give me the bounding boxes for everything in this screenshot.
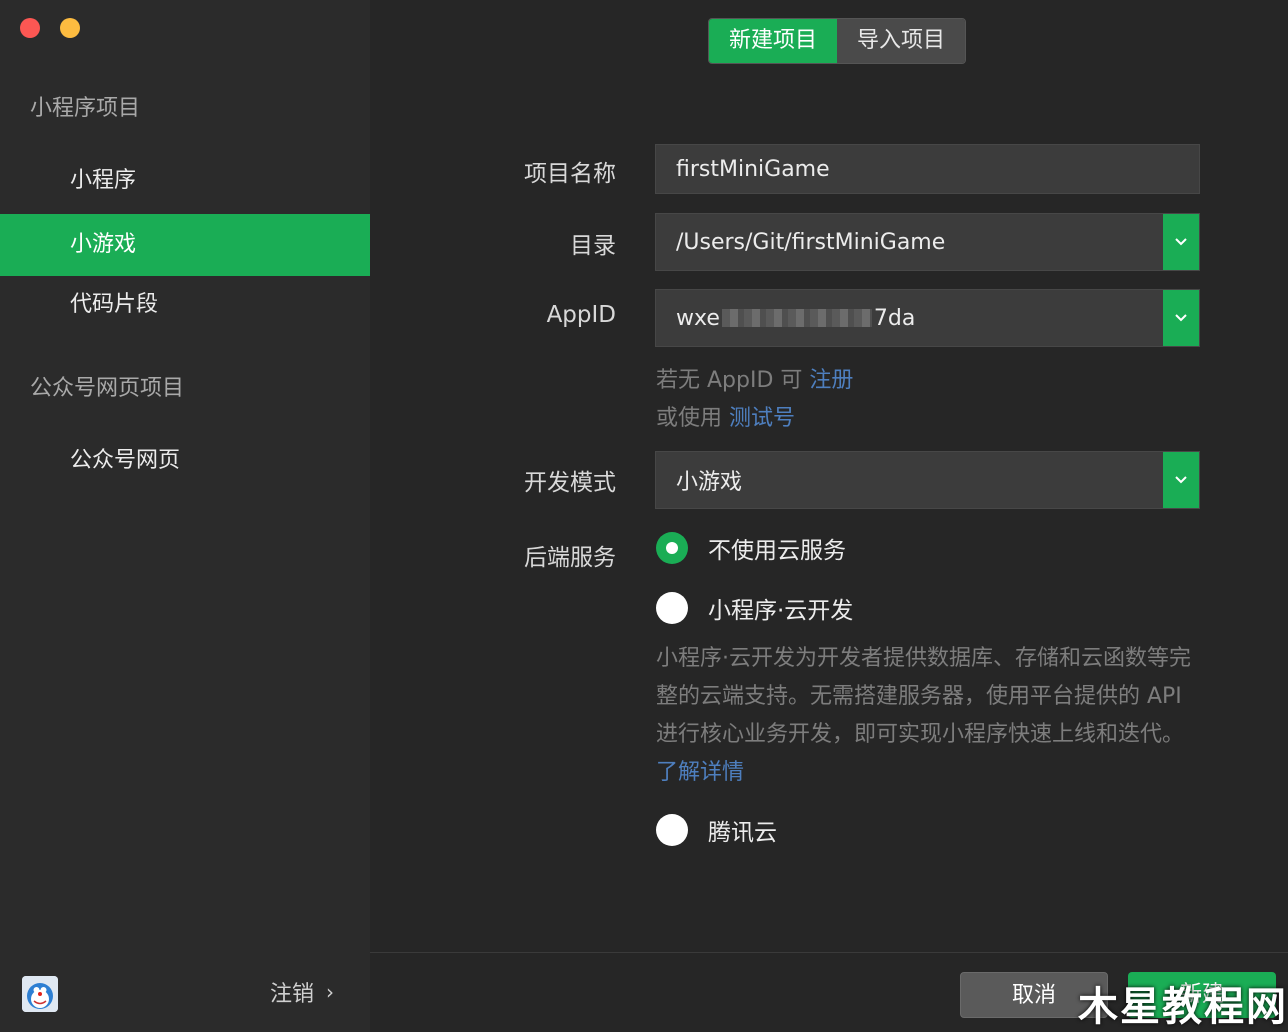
- project-name-label: 项目名称: [524, 161, 616, 187]
- dev-mode-label: 开发模式: [524, 470, 616, 496]
- minimize-window-icon[interactable]: [60, 18, 80, 38]
- directory-select[interactable]: /Users/Git/firstMiniGame: [655, 213, 1200, 271]
- sidebar-item-code-snippet[interactable]: 代码片段: [0, 274, 370, 336]
- doraemon-avatar-icon: [22, 976, 58, 1012]
- chevron-down-icon[interactable]: [1163, 452, 1199, 508]
- dev-mode-select[interactable]: 小游戏: [655, 451, 1200, 509]
- footer-divider: [370, 952, 1288, 953]
- radio-cloud-dev[interactable]: 小程序·云开发: [656, 591, 853, 625]
- appid-prefix: wxe: [676, 305, 720, 331]
- radio-no-cloud-label: 不使用云服务: [708, 538, 846, 564]
- register-link[interactable]: 注册: [809, 368, 853, 393]
- sidebar-item-official-webpage[interactable]: 公众号网页: [0, 430, 370, 492]
- tab-import-project[interactable]: 导入项目: [837, 19, 966, 63]
- radio-unchecked-icon[interactable]: [656, 592, 688, 624]
- project-name-input[interactable]: firstMiniGame: [655, 144, 1200, 194]
- radio-no-cloud[interactable]: 不使用云服务: [656, 531, 846, 565]
- appid-register-hint: 若无 AppID 可 注册: [656, 368, 854, 393]
- sidebar-item-miniprogram[interactable]: 小程序: [0, 150, 370, 212]
- section-title-miniprogram: 小程序项目: [30, 96, 141, 121]
- directory-value: /Users/Git/firstMiniGame: [676, 229, 946, 255]
- radio-cloud-dev-label: 小程序·云开发: [708, 598, 854, 624]
- section-title-official-account: 公众号网页项目: [30, 376, 185, 401]
- sidebar: 小程序项目 小程序 小游戏 代码片段 公众号网页项目 公众号网页 注销 ›: [0, 0, 370, 1032]
- appid-masked-section: [721, 309, 872, 327]
- radio-checked-icon[interactable]: [656, 532, 688, 564]
- cloud-dev-description: 小程序·云开发为开发者提供数据库、存储和云函数等完整的云端支持。无需搭建服务器，…: [656, 646, 1191, 785]
- logout-label: 注销: [270, 982, 315, 1007]
- test-account-link[interactable]: 测试号: [729, 406, 795, 431]
- project-tabs: 新建项目 导入项目: [708, 18, 967, 64]
- close-window-icon[interactable]: [20, 18, 40, 38]
- radio-unchecked-icon[interactable]: [656, 814, 688, 846]
- chevron-down-icon[interactable]: [1163, 290, 1199, 346]
- sidebar-item-minigame[interactable]: 小游戏: [0, 214, 370, 276]
- watermark: 木星教程网: [1078, 984, 1288, 1030]
- logout-button[interactable]: 注销 ›: [270, 976, 334, 1008]
- appid-suffix: 7da: [873, 305, 916, 331]
- backend-service-label: 后端服务: [524, 545, 616, 571]
- learn-more-link[interactable]: 了解详情: [656, 760, 744, 785]
- directory-label: 目录: [570, 233, 616, 259]
- appid-test-hint: 或使用 测试号: [656, 406, 796, 431]
- tab-new-project[interactable]: 新建项目: [709, 19, 838, 63]
- chevron-down-icon[interactable]: [1163, 214, 1199, 270]
- chevron-right-icon: ›: [326, 980, 335, 1004]
- radio-tencent-cloud[interactable]: 腾讯云: [656, 813, 777, 847]
- window-controls: [20, 18, 80, 38]
- radio-tencent-cloud-label: 腾讯云: [708, 820, 777, 846]
- avatar[interactable]: [22, 976, 58, 1012]
- project-name-value: firstMiniGame: [676, 156, 830, 182]
- appid-label: AppID: [546, 302, 616, 328]
- appid-select[interactable]: wxe 7da: [655, 289, 1200, 347]
- dev-mode-value: 小游戏: [676, 470, 743, 495]
